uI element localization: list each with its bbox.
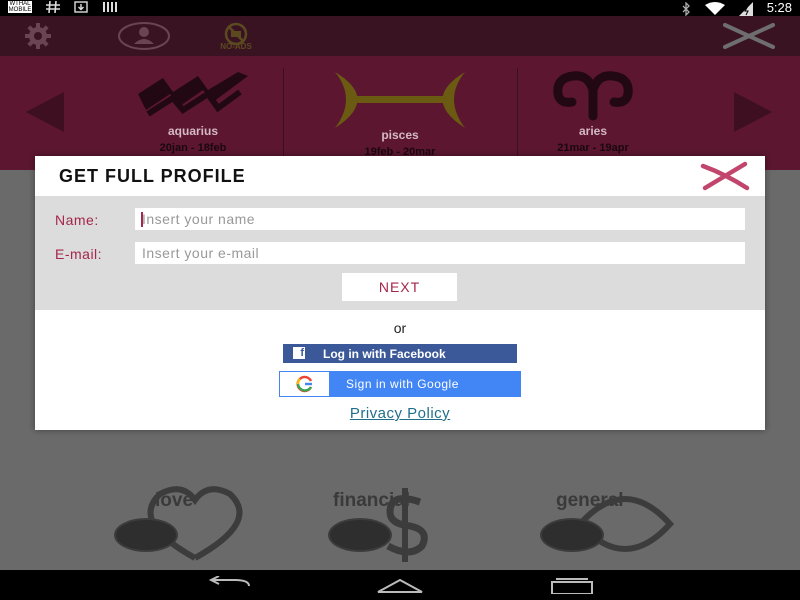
- aries-icon: [553, 71, 633, 121]
- pisces-icon: [335, 72, 465, 128]
- close-dialog-icon[interactable]: [699, 160, 751, 192]
- sign-name: aries: [578, 124, 608, 138]
- dialog-title: GET FULL PROFILE: [59, 166, 246, 186]
- system-nav-bar: [0, 570, 800, 600]
- home-icon[interactable]: [376, 576, 424, 594]
- bluetooth-icon: [681, 0, 691, 17]
- sign-aries[interactable]: aries 21mar - 19apr: [518, 64, 668, 164]
- google-signin-label: Sign in with Google: [346, 377, 459, 391]
- email-input[interactable]: [135, 242, 745, 264]
- clock: 5:28: [766, 0, 792, 15]
- back-icon[interactable]: [205, 575, 253, 594]
- sign-dates: 21mar - 19apr: [557, 142, 629, 154]
- next-arrow-icon[interactable]: [734, 92, 772, 132]
- zodiac-carousel: aquarius 20jan - 18feb pisces 19feb - 20…: [0, 56, 800, 170]
- smiley-financial-icon: [328, 518, 392, 552]
- or-separator: or: [393, 320, 407, 336]
- no-ads-icon[interactable]: NO-ADS: [208, 22, 264, 51]
- carrier-badge: WTHAL MOBILE: [8, 1, 32, 13]
- facebook-icon: f: [293, 347, 305, 359]
- smiley-love-icon: [114, 518, 178, 552]
- status-bar: WTHAL MOBILE 5:28: [0, 0, 800, 17]
- sign-name: pisces: [381, 128, 419, 142]
- privacy-policy-link[interactable]: Privacy Policy: [35, 405, 765, 422]
- next-button[interactable]: NEXT: [342, 273, 457, 301]
- divider: [283, 68, 284, 168]
- recents-icon[interactable]: [548, 576, 596, 595]
- name-input[interactable]: [135, 208, 745, 230]
- sign-pisces[interactable]: pisces 19feb - 20mar: [325, 64, 475, 164]
- email-label: E-mail:: [55, 246, 103, 262]
- profile-icon[interactable]: [118, 22, 170, 50]
- google-signin-button[interactable]: Sign in with Google: [279, 371, 521, 397]
- wifi-icon: [704, 1, 725, 15]
- text-caret: [141, 212, 143, 227]
- sign-dates: 20jan - 18feb: [159, 142, 227, 154]
- previous-arrow-icon[interactable]: [26, 92, 64, 132]
- battery-icon: [738, 1, 753, 16]
- bars-icon: [102, 1, 118, 13]
- smiley-general-icon: [540, 518, 604, 552]
- google-icon: [280, 372, 329, 396]
- sign-name: aquarius: [167, 124, 218, 138]
- download-icon: [74, 1, 88, 13]
- get-full-profile-dialog: GET FULL PROFILE Name: E-mail: NEXT or f…: [35, 156, 765, 430]
- aquarius-icon: [138, 72, 248, 117]
- app-toolbar: NO-ADS: [0, 16, 800, 56]
- name-label: Name:: [55, 212, 99, 228]
- close-app-icon[interactable]: [722, 22, 776, 50]
- no-ads-label: NO-ADS: [220, 42, 252, 51]
- facebook-login-label: Log in with Facebook: [323, 347, 446, 361]
- profile-form: Name: E-mail: NEXT: [35, 196, 765, 310]
- sign-aquarius[interactable]: aquarius 20jan - 18feb: [118, 64, 268, 164]
- settings-gear-icon[interactable]: [24, 22, 52, 50]
- grid-icon: [46, 0, 60, 14]
- facebook-login-button[interactable]: f Log in with Facebook: [283, 344, 517, 363]
